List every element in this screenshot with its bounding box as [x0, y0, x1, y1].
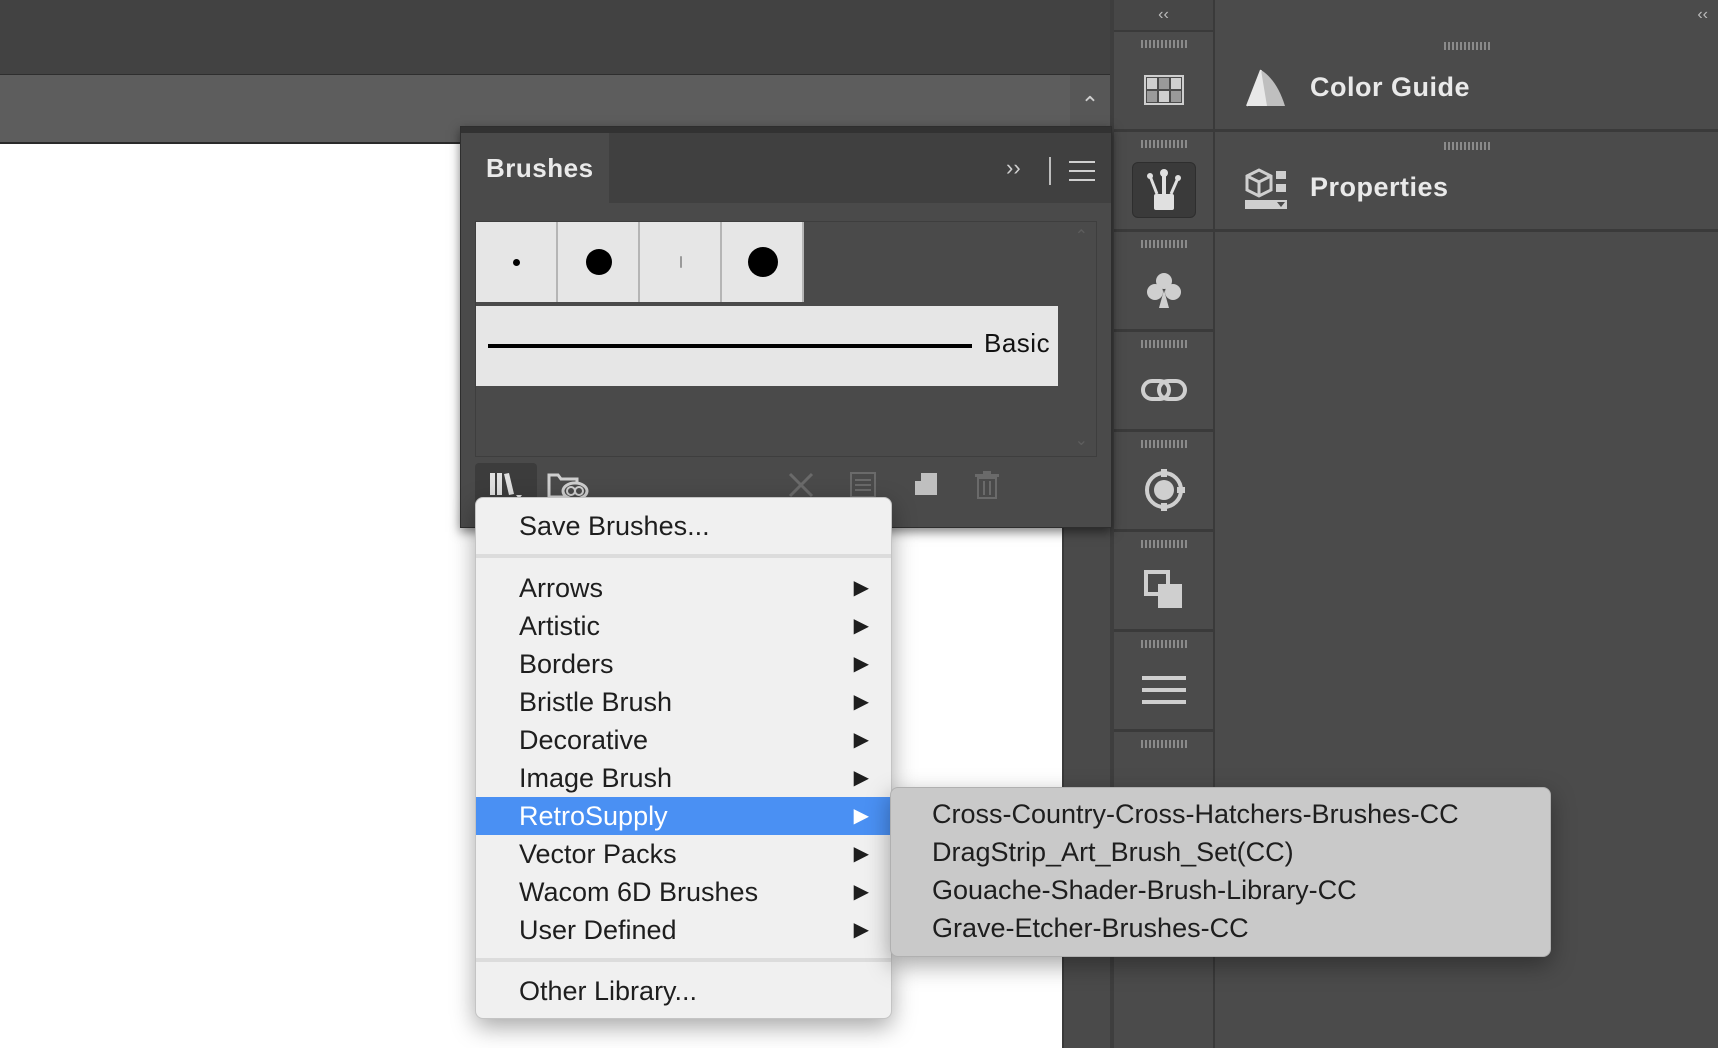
grip-handle[interactable]	[1140, 140, 1187, 148]
menu-item-label: Image Brush	[519, 763, 673, 793]
menu-item-other-library[interactable]: Other Library...	[476, 972, 891, 1010]
menu-separator	[476, 958, 891, 962]
panel-color-guide[interactable]: Color Guide	[1215, 32, 1718, 132]
trash-icon	[975, 471, 999, 499]
links-icon	[1132, 362, 1196, 418]
grip-handle[interactable]	[1140, 540, 1187, 548]
dock-item-symbols[interactable]	[1114, 232, 1213, 332]
pathfinder-icon	[1132, 562, 1196, 618]
dock-item-pathfinder[interactable]	[1114, 532, 1213, 632]
delete-brush-button[interactable]	[967, 463, 1007, 507]
menu-item-label: Save Brushes...	[519, 511, 710, 541]
new-brush-icon	[915, 473, 937, 495]
submenu-item[interactable]: Grave-Etcher-Brushes-CC	[932, 909, 1249, 947]
submenu-item[interactable]: Cross-Country-Cross-Hatchers-Brushes-CC	[932, 795, 1459, 833]
brushes-panel: Brushes ›› Basic ⌃ ⌄	[460, 126, 1112, 528]
options-icon	[850, 472, 876, 498]
swatches-icon	[1132, 62, 1196, 118]
submenu-item[interactable]: DragStrip_Art_Brush_Set(CC)	[932, 833, 1294, 871]
properties-icon	[1243, 166, 1287, 210]
align-icon	[1132, 662, 1196, 718]
menu-item-retrosupply[interactable]: RetroSupply ▶	[476, 797, 891, 835]
image-trace-icon	[1132, 462, 1196, 518]
expand-icon[interactable]: ››	[1006, 155, 1021, 181]
dock-item-image-trace[interactable]	[1114, 432, 1213, 532]
menu-item-user-defined[interactable]: User Defined ▶	[476, 911, 891, 949]
panel-label: Properties	[1310, 172, 1449, 202]
submenu-arrow-icon: ▶	[853, 919, 869, 941]
submenu-arrow-icon: ▶	[853, 767, 869, 789]
symbols-icon	[1132, 262, 1196, 318]
tab-brushes[interactable]: Brushes	[461, 133, 609, 203]
submenu-arrow-icon: ▶	[853, 653, 869, 675]
menu-item-borders[interactable]: Borders ▶	[476, 645, 891, 683]
remove-brush-stroke-icon	[788, 472, 814, 498]
brush-library-menu: Save Brushes... Arrows ▶ Artistic ▶ Border…	[475, 497, 892, 1019]
brush-swatch[interactable]	[640, 222, 722, 302]
menu-item-label: Vector Packs	[519, 839, 677, 869]
divider	[1049, 157, 1051, 185]
menu-item-wacom-6d-brushes[interactable]: Wacom 6D Brushes ▶	[476, 873, 891, 911]
menu-item-label: Other Library...	[519, 976, 698, 1006]
brushes-icon	[1131, 162, 1196, 218]
dock-item-links[interactable]	[1114, 332, 1213, 432]
submenu-arrow-icon: ▶	[853, 843, 869, 865]
brush-stroke-preview	[488, 344, 972, 348]
brush-swatch[interactable]	[722, 222, 804, 302]
menu-item-label: Wacom 6D Brushes	[519, 877, 759, 907]
brush-swatch[interactable]	[558, 222, 640, 302]
color-guide-icon	[1243, 66, 1287, 110]
grip-handle[interactable]	[1140, 40, 1187, 48]
menu-item-image-brush[interactable]: Image Brush ▶	[476, 759, 891, 797]
menu-item-label: User Defined	[519, 915, 677, 945]
submenu-arrow-icon: ▶	[853, 577, 869, 599]
menu-item-bristle-brush[interactable]: Bristle Brush ▶	[476, 683, 891, 721]
grip-handle[interactable]	[1140, 740, 1187, 748]
brush-list[interactable]: Basic ⌃ ⌄	[475, 221, 1097, 457]
menu-item-label: Bristle Brush	[519, 687, 673, 717]
double-chevron-left-icon[interactable]: ‹‹	[1114, 0, 1213, 32]
panel-label: Color Guide	[1310, 72, 1470, 102]
dock-item-swatches[interactable]	[1114, 32, 1213, 132]
submenu-arrow-icon: ▶	[853, 691, 869, 713]
dock-item-align[interactable]	[1114, 632, 1213, 732]
submenu-item[interactable]: Gouache-Shader-Brush-Library-CC	[932, 871, 1357, 909]
grip-handle[interactable]	[1443, 142, 1490, 150]
grip-handle[interactable]	[1140, 440, 1187, 448]
grip-handle[interactable]	[1140, 640, 1187, 648]
panel-properties[interactable]: Properties	[1215, 132, 1718, 232]
double-chevron-left-icon[interactable]: ‹‹	[1697, 0, 1708, 30]
new-brush-button[interactable]	[905, 463, 945, 507]
menu-item-label: RetroSupply	[519, 801, 668, 831]
brush-swatch[interactable]	[476, 222, 558, 302]
menu-item-save-brushes[interactable]: Save Brushes...	[476, 507, 891, 545]
menu-item-artistic[interactable]: Artistic ▶	[476, 607, 891, 645]
grip-handle[interactable]	[1140, 340, 1187, 348]
submenu-arrow-icon: ▶	[853, 881, 869, 903]
brush-label: Basic	[984, 328, 1051, 358]
scroll-up-icon[interactable]: ⌃	[1075, 226, 1088, 246]
panel-menu-icon[interactable]	[1069, 161, 1095, 188]
menu-item-label: Arrows	[519, 573, 604, 603]
submenu-arrow-icon: ▶	[853, 805, 869, 827]
submenu-arrow-icon: ▶	[853, 615, 869, 637]
brush-basic[interactable]: Basic	[476, 306, 1058, 386]
scroll-down-icon[interactable]: ⌄	[1075, 430, 1088, 450]
menu-separator	[476, 554, 891, 558]
menu-item-label: Artistic	[519, 611, 600, 641]
retrosupply-submenu: Cross-Country-Cross-Hatchers-Brushes-CC …	[890, 787, 1551, 957]
menu-item-vector-packs[interactable]: Vector Packs ▶	[476, 835, 891, 873]
menu-item-label: Decorative	[519, 725, 649, 755]
dock-item-brushes[interactable]	[1114, 132, 1213, 232]
menu-item-arrows[interactable]: Arrows ▶	[476, 569, 891, 607]
menu-item-decorative[interactable]: Decorative ▶	[476, 721, 891, 759]
grip-handle[interactable]	[1443, 42, 1490, 50]
grip-handle[interactable]	[1140, 240, 1187, 248]
menu-item-label: Borders	[519, 649, 614, 679]
application-bar	[0, 0, 1110, 75]
submenu-arrow-icon: ▶	[853, 729, 869, 751]
